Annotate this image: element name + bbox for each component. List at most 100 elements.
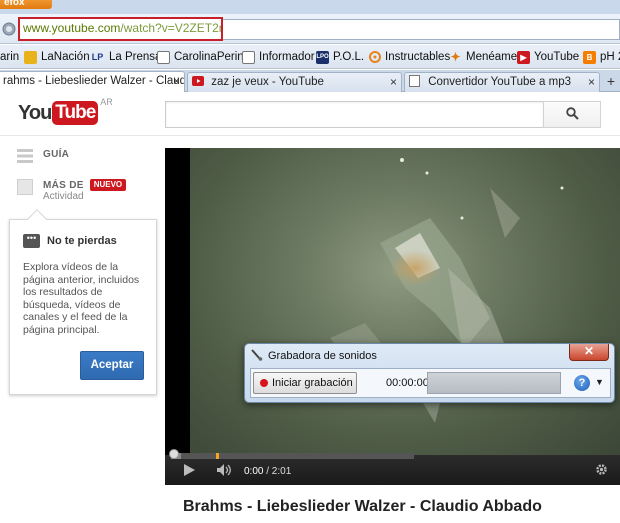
youtube-page: You Tube AR GUÍA MÁS DE NUEVO Actividad xyxy=(0,92,620,523)
bookmark-meneame[interactable]: ✦ Menéame xyxy=(449,49,517,65)
callout-title: No te pierdas xyxy=(47,235,117,247)
bookmark-label: La Prensa xyxy=(109,51,162,63)
tab-label: rahms - Liebeslieder Walzer - Claudio Ab… xyxy=(3,75,185,87)
recorder-body: Iniciar grabación 00:00:00 ? ▼ xyxy=(250,368,611,398)
window-titlebar: efox xyxy=(0,0,620,14)
guide-label: GUÍA xyxy=(43,149,70,160)
search-input[interactable] xyxy=(165,101,543,128)
video-title: Brahms - Liebeslieder Walzer - Claudio A… xyxy=(183,498,542,515)
bookmark-label: Instructables xyxy=(385,51,451,63)
new-tab-button[interactable]: + xyxy=(602,73,620,91)
new-badge: NUEVO xyxy=(89,179,127,191)
start-recording-button[interactable]: Iniciar grabación xyxy=(253,372,357,394)
bookmark-carolinaperin[interactable]: CarolinaPerin xyxy=(157,49,244,65)
menu-icon xyxy=(17,149,33,166)
lp-icon: LP xyxy=(91,52,104,62)
recording-time: 00:00:00 xyxy=(386,377,429,389)
instructables-icon xyxy=(368,51,381,64)
country-code: AR xyxy=(100,97,113,107)
page-icon xyxy=(157,50,170,64)
bookmark-youtube[interactable]: ▶ YouTube xyxy=(517,49,579,65)
page-icon xyxy=(409,75,421,87)
scrubber-handle[interactable] xyxy=(169,449,179,459)
tab-close-icon[interactable]: × xyxy=(390,73,397,91)
video-still-image xyxy=(330,158,564,423)
logo-tube: Tube xyxy=(52,101,99,125)
search-button[interactable] xyxy=(543,101,601,128)
volume-icon[interactable] xyxy=(217,464,233,479)
start-recording-label: Iniciar grabación xyxy=(272,377,353,389)
more-label: MÁS DE xyxy=(43,179,84,191)
blogger-icon: B xyxy=(583,50,596,64)
tab-close-icon[interactable]: × xyxy=(588,73,595,91)
callout-body: Explora vídeos de la página anterior, in… xyxy=(23,261,140,336)
activity-icon xyxy=(17,179,33,198)
accept-button[interactable]: Aceptar xyxy=(80,351,144,380)
video-frame[interactable] xyxy=(190,148,620,455)
current-time: 0:00 xyxy=(244,466,264,477)
record-icon xyxy=(260,379,268,387)
tab-close-icon[interactable]: × xyxy=(173,72,180,90)
bookmark-label: CarolinaPerin xyxy=(174,51,244,63)
play-icon[interactable] xyxy=(184,464,195,479)
duration: / 2:01 xyxy=(263,466,292,477)
logo-you: You xyxy=(18,101,52,124)
activity-sublabel: Actividad xyxy=(43,191,84,202)
guide-more-activity[interactable]: MÁS DE NUEVO Actividad xyxy=(17,179,127,202)
meneame-icon: ✦ xyxy=(450,50,461,64)
video-player[interactable]: 0:00 / 2:01 xyxy=(165,148,620,485)
youtube-icon xyxy=(192,75,204,87)
url-domain: www.youtube.com xyxy=(23,21,121,35)
url-bar-extension[interactable] xyxy=(223,19,620,40)
gear-icon[interactable] xyxy=(595,463,608,479)
youtube-logo[interactable]: You Tube AR xyxy=(18,97,113,125)
callout-arrow xyxy=(27,209,47,229)
bookmark-laprensa[interactable]: LP La Prensa xyxy=(90,49,162,65)
audio-level-meter xyxy=(427,372,561,394)
bookmark-ph2[interactable]: B pH 2 xyxy=(583,49,620,65)
buffer-marker xyxy=(216,453,219,459)
recorder-title: Grabadora de sonidos xyxy=(268,350,377,362)
site-identity-icon[interactable] xyxy=(2,22,18,38)
bookmark-pol[interactable]: LPO P.O.L. xyxy=(316,49,364,65)
bookmark-label: arin xyxy=(0,51,20,63)
promo-callout: ••• No te pierdas Explora vídeos de la p… xyxy=(9,209,157,395)
bookmark-icon xyxy=(24,50,37,64)
close-button[interactable]: ✕ xyxy=(569,344,609,361)
bookmark-label: Informador xyxy=(259,51,315,63)
bookmark-item[interactable]: arin xyxy=(0,49,19,65)
tab-zaz[interactable]: zaz je veux - YouTube × xyxy=(187,72,402,92)
bookmark-label: Menéame xyxy=(466,51,518,63)
tab-label: zaz je veux - YouTube xyxy=(211,76,324,88)
url-bar[interactable]: www.youtube.com/watch?v=V2ZET2r1Lgk xyxy=(18,17,223,41)
tab-label: Convertidor YouTube a mp3 xyxy=(428,76,571,88)
youtube-icon: ▶ xyxy=(517,50,530,64)
youtube-header: You Tube AR xyxy=(0,92,620,136)
more-icon: ••• xyxy=(23,234,40,248)
microphone-icon xyxy=(251,349,263,361)
chevron-down-icon[interactable]: ▼ xyxy=(595,377,604,387)
bookmark-label: YouTube xyxy=(534,51,580,63)
tab-convertidor[interactable]: Convertidor YouTube a mp3 × xyxy=(404,72,600,92)
firefox-menu-button[interactable]: efox xyxy=(0,0,52,9)
bookmark-informador[interactable]: Informador xyxy=(242,49,315,65)
tab-brahms[interactable]: rahms - Liebeslieder Walzer - Claudio Ab… xyxy=(0,71,185,92)
bookmark-label: pH 2 xyxy=(600,51,620,63)
url-path: /watch?v=V2ZET2r1Lgk xyxy=(120,21,223,35)
bookmark-label: P.O.L. xyxy=(333,51,365,63)
bookmark-lanacion[interactable]: LaNación xyxy=(24,49,90,65)
bookmark-label: LaNación xyxy=(41,51,90,63)
lpo-icon: LPO xyxy=(316,50,329,64)
search-icon xyxy=(565,106,579,123)
bookmarks-toolbar: arin LaNación LP La Prensa CarolinaPerin… xyxy=(0,45,620,69)
navigation-toolbar: www.youtube.com/watch?v=V2ZET2r1Lgk xyxy=(0,14,620,44)
page-icon xyxy=(242,50,255,64)
time-display: 0:00 / 2:01 xyxy=(244,466,291,477)
progress-bar[interactable] xyxy=(171,453,414,459)
guide-toggle[interactable]: GUÍA xyxy=(17,149,69,166)
sound-recorder-window[interactable]: Grabadora de sonidos ✕ Iniciar grabación… xyxy=(244,343,615,403)
help-icon[interactable]: ? xyxy=(574,375,590,391)
player-controls xyxy=(165,455,620,485)
tab-strip: rahms - Liebeslieder Walzer - Claudio Ab… xyxy=(0,70,620,92)
bookmark-instructables[interactable]: Instructables xyxy=(368,49,450,65)
